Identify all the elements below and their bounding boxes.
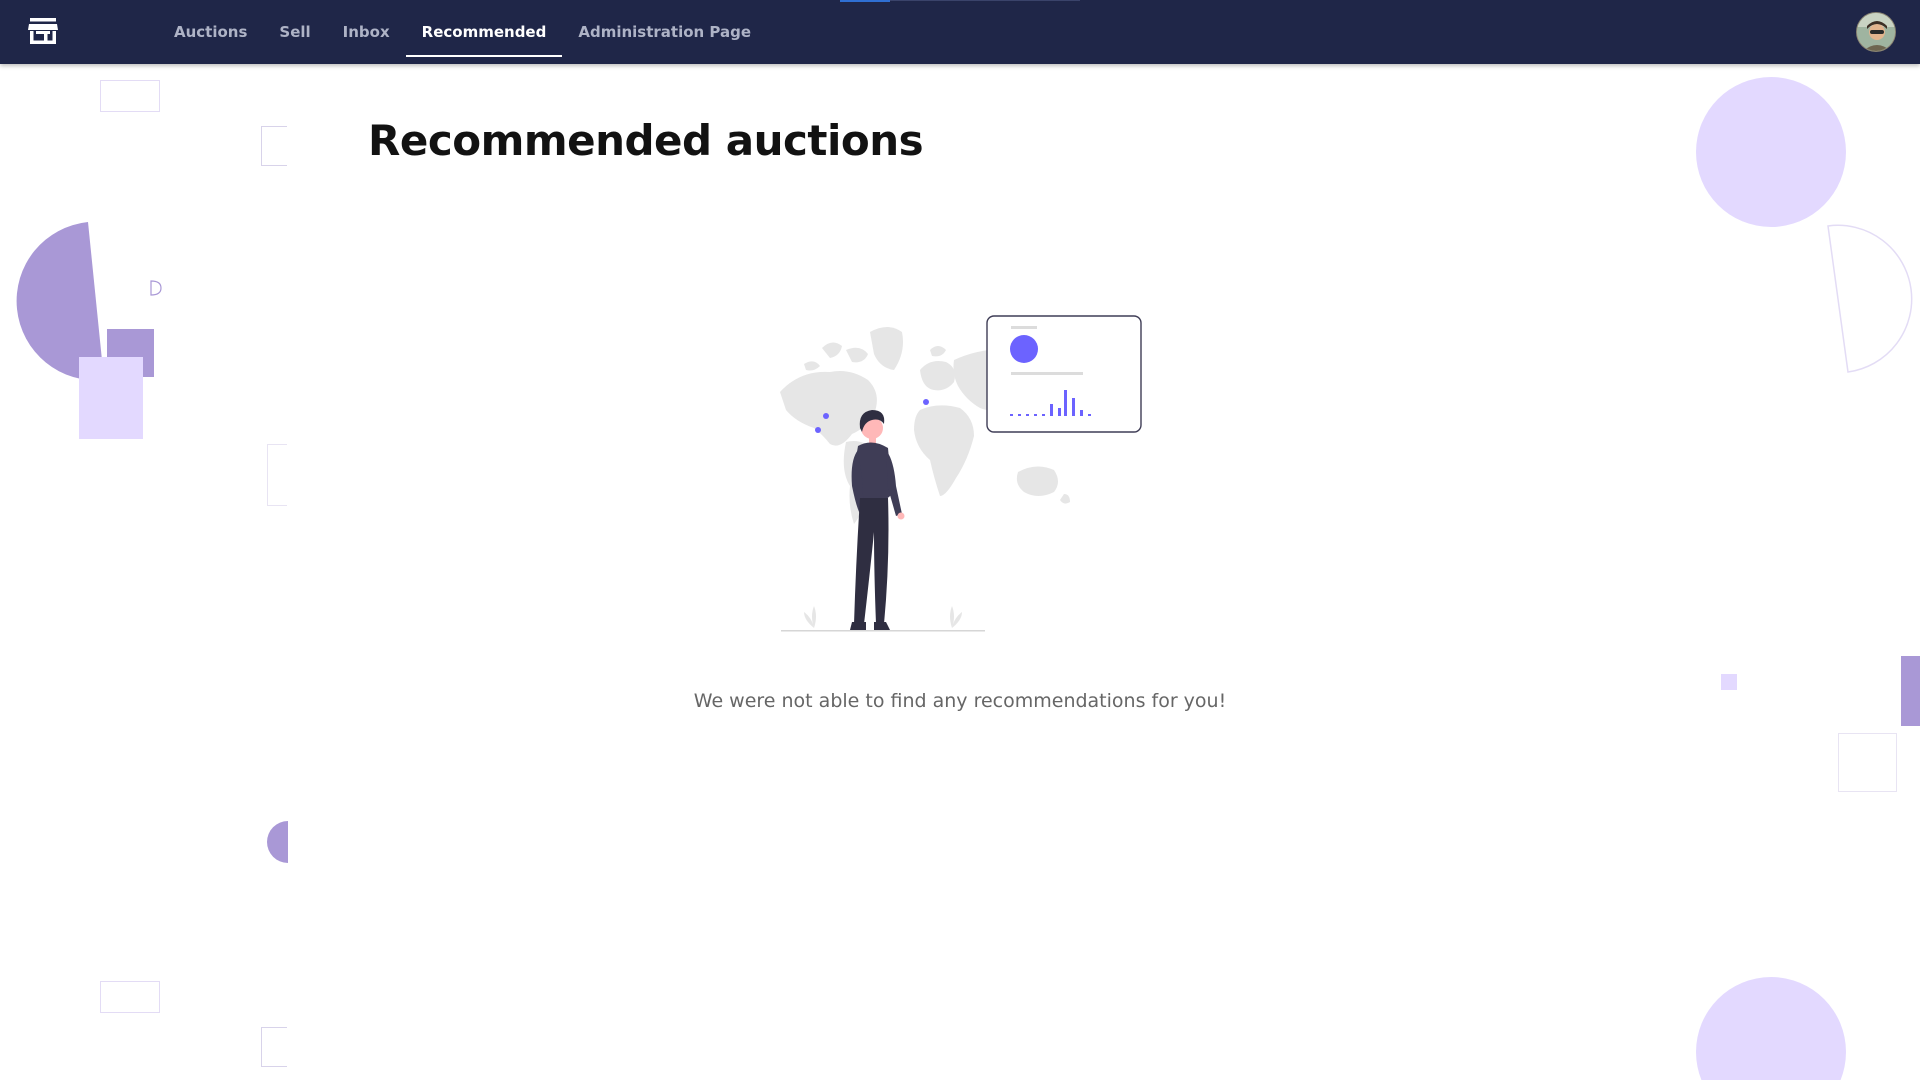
empty-state-message: We were not able to find any recommendat… — [693, 690, 1227, 712]
nav-item-recommended[interactable]: Recommended — [405, 0, 563, 64]
decorative-bracket-outline — [261, 126, 287, 166]
nav-menu: Auctions Sell Inbox Recommended Administ… — [158, 0, 767, 64]
navbar-accent-line-secondary — [890, 0, 1080, 1]
decorative-small-d-outline — [150, 280, 162, 296]
top-navbar: Auctions Sell Inbox Recommended Administ… — [0, 0, 1920, 64]
decorative-circle-light — [1696, 977, 1846, 1080]
decorative-bracket-outline — [267, 444, 287, 506]
nav-item-administration[interactable]: Administration Page — [562, 0, 767, 64]
decorative-square-outline — [1838, 733, 1897, 792]
decorative-rectangle-outline — [100, 981, 160, 1013]
navbar-accent-line — [840, 0, 890, 2]
nav-item-sell[interactable]: Sell — [263, 0, 326, 64]
page-title: Recommended auctions — [368, 116, 924, 165]
nav-item-auctions[interactable]: Auctions — [158, 0, 263, 64]
decorative-half-circle-small — [267, 821, 288, 863]
user-avatar[interactable] — [1856, 12, 1896, 52]
decorative-tiny-square — [1721, 674, 1737, 690]
person-looking-at-world-map-illustration — [770, 310, 1150, 640]
decorative-rectangle-outline — [100, 80, 160, 112]
decorative-bracket-outline — [261, 1027, 287, 1067]
decorative-square-light — [79, 357, 143, 439]
storefront-icon[interactable] — [26, 16, 60, 46]
decorative-half-circle-outline — [1827, 224, 1913, 373]
nav-item-inbox[interactable]: Inbox — [327, 0, 406, 64]
page: Auctions Sell Inbox Recommended Administ… — [0, 0, 1920, 1080]
decorative-circle-light — [1696, 77, 1846, 227]
